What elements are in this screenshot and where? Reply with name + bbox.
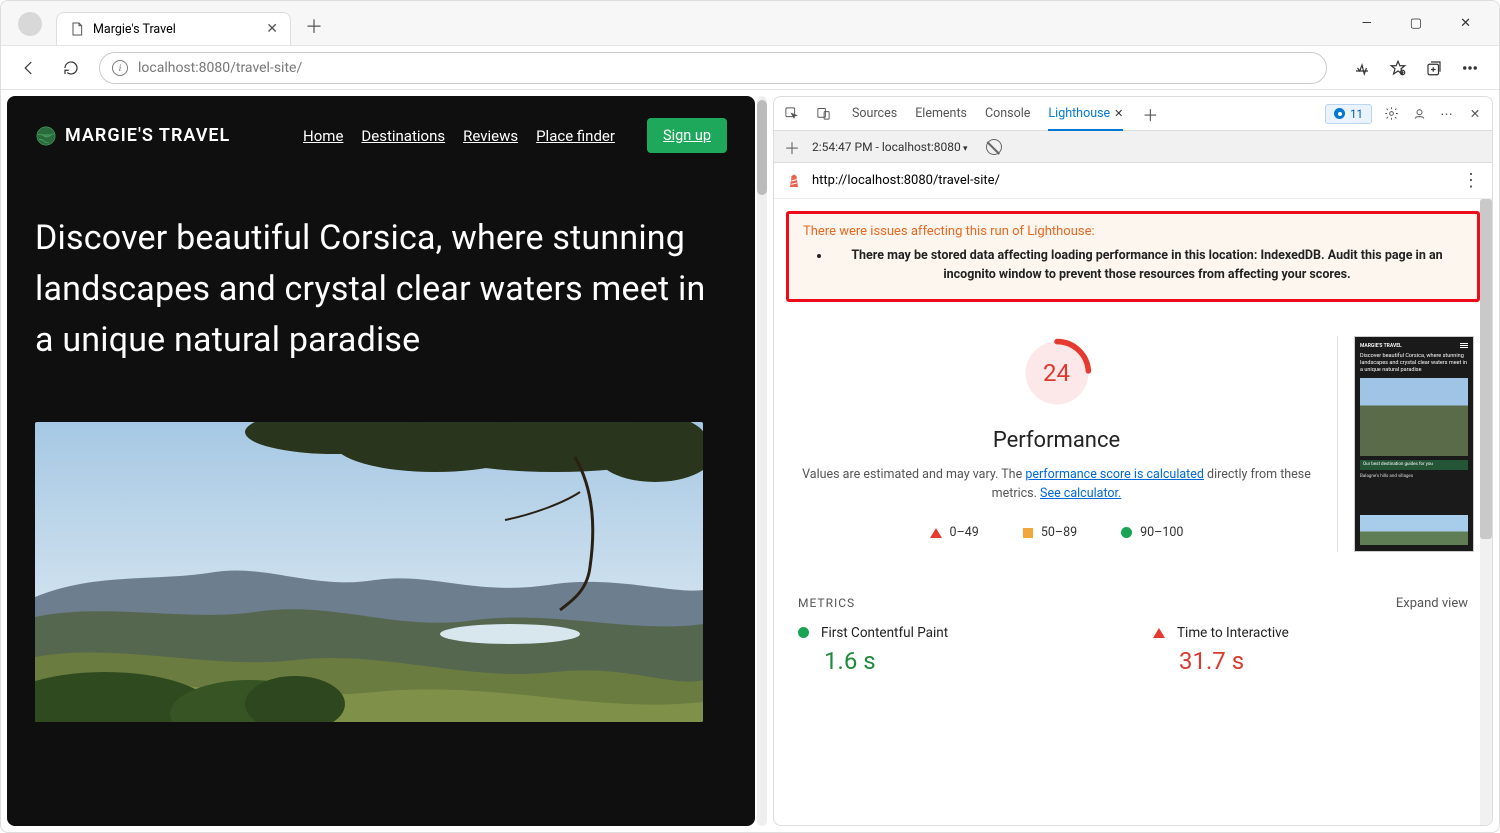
issues-count: 11	[1350, 107, 1363, 121]
score-calc-link[interactable]: performance score is calculated	[1025, 467, 1204, 482]
legend-mid-icon	[1023, 528, 1033, 538]
issues-badge[interactable]: 11	[1325, 104, 1372, 124]
devtools-scrollbar[interactable]	[1480, 199, 1492, 825]
device-toggle-icon[interactable]	[814, 105, 832, 123]
window-minimize-icon[interactable]: —	[1356, 10, 1378, 37]
address-bar[interactable]: i	[99, 52, 1327, 84]
metric-fcp[interactable]: First Contentful Paint 1.6 s	[798, 625, 1113, 675]
legend-high-icon	[1121, 527, 1132, 538]
tab-title: Margie's Travel	[93, 22, 176, 37]
url-input[interactable]	[138, 60, 1314, 76]
see-calculator-link[interactable]: See calculator.	[1040, 486, 1121, 501]
page-icon	[69, 21, 85, 37]
window-maximize-icon[interactable]: ▢	[1404, 10, 1428, 37]
metric-status-good-icon	[798, 627, 809, 638]
new-report-icon[interactable]: ＋	[784, 135, 800, 159]
close-tab-icon[interactable]: ✕	[266, 21, 278, 37]
feedback-icon[interactable]	[1410, 105, 1428, 123]
globe-icon	[35, 125, 57, 147]
tab-console[interactable]: Console	[985, 98, 1030, 130]
nav-reviews[interactable]: Reviews	[463, 127, 518, 145]
legend-low-icon	[930, 528, 942, 538]
nav-home[interactable]: Home	[303, 127, 343, 145]
site-info-icon[interactable]: i	[112, 60, 128, 76]
devtools-panel: Sources Elements Console Lighthouse✕ ＋ 1…	[773, 96, 1493, 826]
site-brand: MARGIE'S TRAVEL	[35, 125, 230, 147]
back-button[interactable]	[15, 54, 43, 82]
lighthouse-icon	[786, 173, 802, 189]
metric-tti-value: 31.7 s	[1179, 647, 1468, 675]
page-viewport: MARGIE'S TRAVEL Home Destinations Review…	[7, 96, 755, 826]
brand-text: MARGIE'S TRAVEL	[65, 125, 230, 146]
nav-destinations[interactable]: Destinations	[361, 127, 445, 145]
gauge-label: Performance	[993, 428, 1120, 453]
report-selector[interactable]: 2:54:47 PM - localhost:8080	[812, 140, 968, 154]
profile-avatar[interactable]	[18, 12, 42, 36]
score-legend: 0–49 50–89 90–100	[792, 525, 1321, 540]
hero-text: Discover beautiful Corsica, where stunni…	[35, 213, 715, 366]
browser-titlebar: Margie's Travel ✕ ＋ — ▢ ✕	[1, 1, 1499, 46]
tab-elements[interactable]: Elements	[915, 98, 967, 130]
signup-button[interactable]: Sign up	[647, 118, 727, 153]
browser-toolbar: i	[1, 46, 1499, 90]
refresh-button[interactable]	[57, 54, 85, 82]
metric-tti[interactable]: Time to Interactive 31.7 s	[1153, 625, 1468, 675]
tab-lighthouse[interactable]: Lighthouse✕	[1048, 98, 1123, 131]
clear-report-icon[interactable]	[986, 139, 1002, 155]
report-menu-icon[interactable]: ⋮	[1462, 170, 1480, 191]
report-screenshot: MARGIE'S TRAVEL Discover beautiful Corsi…	[1354, 336, 1474, 552]
inspect-icon[interactable]	[782, 105, 800, 123]
settings-gear-icon[interactable]	[1382, 105, 1400, 123]
lighthouse-warning: There were issues affecting this run of …	[786, 211, 1480, 302]
window-close-icon[interactable]: ✕	[1454, 10, 1477, 37]
browser-tab[interactable]: Margie's Travel ✕	[56, 12, 291, 45]
metric-status-bad-icon	[1153, 628, 1165, 638]
performance-score: 24	[1020, 336, 1094, 410]
metrics-heading: METRICS	[798, 596, 855, 611]
close-lighthouse-tab-icon[interactable]: ✕	[1114, 107, 1123, 120]
report-url: http://localhost:8080/travel-site/	[812, 173, 1452, 188]
new-tab-button[interactable]: ＋	[299, 7, 329, 45]
read-aloud-icon[interactable]	[1347, 54, 1377, 82]
warning-item: There may be stored data affecting loadi…	[831, 247, 1463, 285]
expand-view-button[interactable]: Expand view	[1396, 596, 1468, 611]
tab-sources[interactable]: Sources	[852, 98, 897, 130]
more-tabs-icon[interactable]: ＋	[1141, 105, 1159, 123]
close-devtools-icon[interactable]: ✕	[1466, 105, 1484, 123]
devtools-menu-icon[interactable]: ⋯	[1438, 105, 1456, 123]
favorites-icon[interactable]	[1383, 54, 1413, 82]
nav-placefinder[interactable]: Place finder	[536, 127, 615, 145]
score-description: Values are estimated and may vary. The p…	[792, 465, 1321, 504]
metric-fcp-value: 1.6 s	[824, 647, 1113, 675]
page-scrollbar[interactable]	[757, 96, 767, 826]
hero-image	[35, 422, 703, 722]
performance-gauge[interactable]: 24 Performance	[792, 336, 1321, 453]
collections-icon[interactable]	[1419, 54, 1449, 82]
warning-title: There were issues affecting this run of …	[803, 224, 1463, 239]
browser-menu-icon[interactable]	[1455, 54, 1485, 82]
